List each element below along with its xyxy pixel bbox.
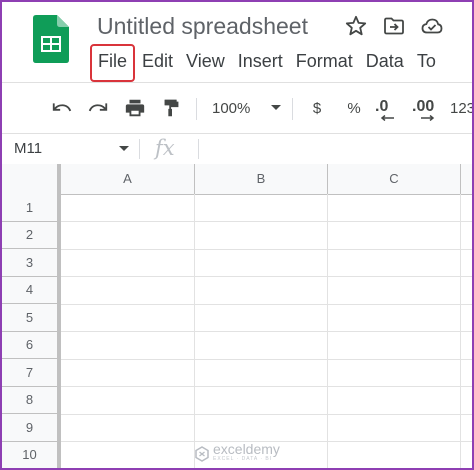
row-header-5[interactable]: 5: [2, 304, 61, 332]
column-header-a[interactable]: A: [61, 164, 195, 194]
menu-bar: File Edit View Insert Format Data To: [90, 44, 443, 82]
toolbar-separator: [292, 98, 293, 120]
row-gridline: [61, 413, 472, 415]
menu-file[interactable]: File: [90, 44, 136, 82]
menu-insert[interactable]: Insert: [232, 44, 289, 78]
exceldemy-logo-icon: [195, 446, 209, 462]
redo-button[interactable]: [84, 94, 112, 122]
zoom-value: 100%: [212, 99, 251, 117]
currency-format-button[interactable]: $: [305, 94, 329, 122]
column-header-c[interactable]: C: [328, 164, 461, 194]
undo-icon: [52, 103, 72, 112]
row-gridline: [61, 386, 472, 387]
print-button[interactable]: [121, 94, 149, 122]
chevron-down-icon: [271, 105, 282, 110]
paint-format-button[interactable]: [158, 94, 186, 122]
menu-edit[interactable]: Edit: [136, 44, 179, 78]
row-gridline: [61, 248, 472, 250]
menu-data[interactable]: Data: [360, 44, 410, 78]
watermark: exceldemy EXCEL · DATA · BI: [194, 442, 280, 465]
header: Untitled spreadsheet File Edit View Insert F…: [2, 2, 472, 82]
name-box[interactable]: M11: [14, 140, 42, 157]
watermark-tagline: EXCEL · DATA · BI: [213, 456, 273, 462]
menu-view[interactable]: View: [180, 44, 231, 78]
decrease-decimal-button[interactable]: .0: [375, 94, 403, 122]
app-frame: Untitled spreadsheet File Edit View Insert F…: [0, 0, 474, 470]
star-icon[interactable]: [344, 14, 368, 38]
redo-icon: [88, 103, 108, 112]
cloud-status-icon[interactable]: [420, 14, 444, 38]
row-gridline: [61, 303, 472, 305]
select-all-corner[interactable]: [2, 164, 61, 194]
arrow-left-icon: [380, 115, 394, 121]
row-gridline: [61, 331, 472, 332]
row-gridline: [61, 358, 472, 360]
more-formats-label: 123: [450, 99, 474, 117]
row-header-9[interactable]: 9: [2, 414, 61, 442]
currency-label: $: [312, 99, 322, 117]
google-sheets-icon[interactable]: [33, 15, 69, 63]
document-title[interactable]: Untitled spreadsheet: [97, 11, 308, 41]
toolbar: 100% $ % .0 .00 123: [2, 90, 472, 126]
paint-format-icon: [164, 99, 179, 117]
spreadsheet-grid[interactable]: A B C 1 2 3 4 5 6 7 8 9 10: [2, 164, 472, 468]
row-header-2[interactable]: 2: [2, 221, 61, 249]
row-header-1[interactable]: 1: [2, 194, 61, 222]
menu-tools[interactable]: To: [411, 44, 442, 78]
row-header-7[interactable]: 7: [2, 359, 61, 387]
increase-decimal-button[interactable]: .00: [412, 94, 442, 122]
decrease-decimal-label: .0: [375, 98, 389, 115]
row-header-3[interactable]: 3: [2, 249, 61, 277]
row-header-10[interactable]: 10: [2, 441, 61, 468]
row-gridline: [61, 221, 472, 222]
column-header-b[interactable]: B: [195, 164, 328, 194]
move-to-folder-icon[interactable]: [382, 14, 406, 38]
column-header-row: A B C: [2, 164, 472, 195]
menu-format[interactable]: Format: [290, 44, 359, 78]
row-header-6[interactable]: 6: [2, 331, 61, 359]
fx-icon: fx: [155, 136, 175, 160]
formula-separator: [198, 139, 199, 159]
row-header-4[interactable]: 4: [2, 276, 61, 304]
row-gridline: [61, 276, 472, 277]
percent-format-button[interactable]: %: [342, 94, 366, 122]
formula-separator: [139, 139, 140, 159]
zoom-select[interactable]: 100%: [212, 94, 287, 122]
header-divider: [2, 82, 472, 83]
chevron-down-icon[interactable]: [118, 142, 130, 154]
more-formats-button[interactable]: 123: [450, 94, 474, 122]
toolbar-separator: [196, 98, 197, 120]
formula-bar: M11 fx: [2, 133, 472, 165]
increase-decimal-label: .00: [412, 98, 435, 115]
row-header-8[interactable]: 8: [2, 386, 61, 414]
arrow-right-icon: [421, 115, 435, 121]
percent-label: %: [347, 99, 361, 117]
print-icon: [125, 99, 145, 117]
undo-button[interactable]: [48, 94, 76, 122]
